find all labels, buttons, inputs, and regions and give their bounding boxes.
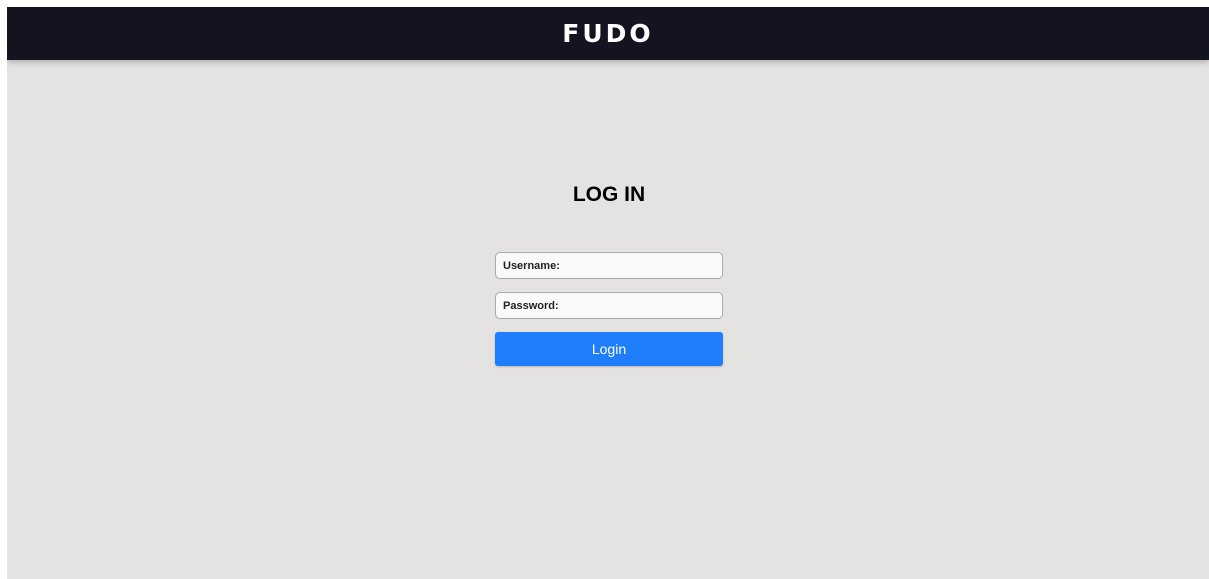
login-form: LOG IN Login (495, 182, 723, 366)
password-field[interactable] (495, 292, 723, 319)
login-button[interactable]: Login (495, 332, 723, 366)
username-field[interactable] (495, 252, 723, 279)
app-frame: FUDO LOG IN Login (7, 7, 1209, 579)
top-bar: FUDO (7, 7, 1209, 60)
page-title: LOG IN (572, 183, 646, 206)
app-logo: FUDO (562, 19, 654, 48)
